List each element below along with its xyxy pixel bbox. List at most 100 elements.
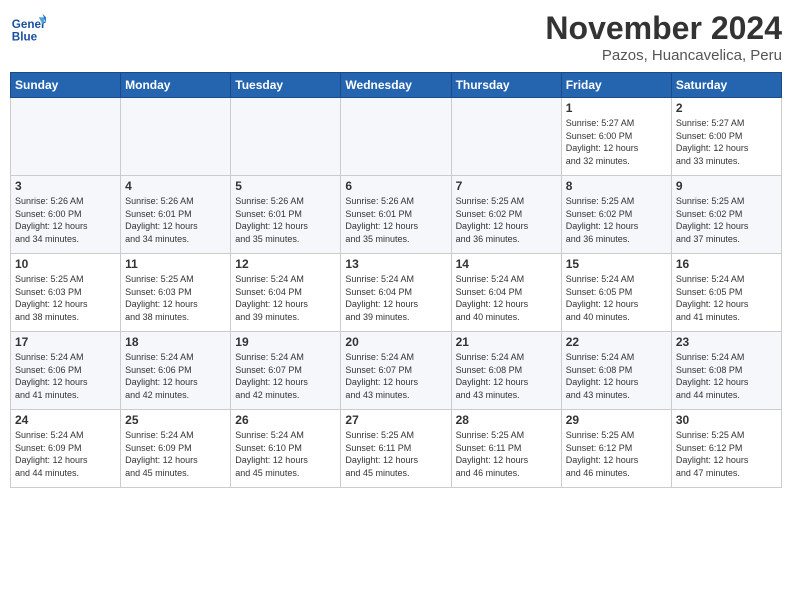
day-info: Sunrise: 5:26 AM Sunset: 6:00 PM Dayligh… — [15, 195, 116, 245]
day-number: 18 — [125, 335, 226, 349]
calendar-cell: 14Sunrise: 5:24 AM Sunset: 6:04 PM Dayli… — [451, 254, 561, 332]
calendar-cell: 16Sunrise: 5:24 AM Sunset: 6:05 PM Dayli… — [671, 254, 781, 332]
day-number: 30 — [676, 413, 777, 427]
header-monday: Monday — [121, 73, 231, 98]
day-number: 12 — [235, 257, 336, 271]
day-info: Sunrise: 5:27 AM Sunset: 6:00 PM Dayligh… — [566, 117, 667, 167]
day-number: 24 — [15, 413, 116, 427]
header-sunday: Sunday — [11, 73, 121, 98]
day-info: Sunrise: 5:25 AM Sunset: 6:12 PM Dayligh… — [676, 429, 777, 479]
calendar-cell — [11, 98, 121, 176]
day-info: Sunrise: 5:25 AM Sunset: 6:02 PM Dayligh… — [676, 195, 777, 245]
calendar-cell: 17 Sunrise: 5:24 AM Sunset: 6:06 PM Dayli… — [11, 332, 121, 410]
day-info: Sunrise: 5:25 AM Sunset: 6:02 PM Dayligh… — [456, 195, 557, 245]
day-info: Sunrise: 5:24 AM Sunset: 6:06 PM Dayligh… — [15, 351, 116, 401]
calendar-cell: 10 Sunrise: 5:25 AM Sunset: 6:03 PM Dayli… — [11, 254, 121, 332]
calendar-cell: 26 Sunrise: 5:24 AM Sunset: 6:10 PM Dayli… — [231, 410, 341, 488]
calendar-cell: 11 Sunrise: 5:25 AM Sunset: 6:03 PM Dayli… — [121, 254, 231, 332]
calendar-cell: 15 Sunrise: 5:24 AM Sunset: 6:05 PM Dayli… — [561, 254, 671, 332]
calendar-cell: 23 Sunrise: 5:24 AM Sunset: 6:08 PM Dayli… — [671, 332, 781, 410]
day-number: 11 — [125, 257, 226, 271]
day-info: Sunrise: 5:24 AM Sunset: 6:09 PM Dayligh… — [15, 429, 116, 479]
day-number: 28 — [456, 413, 557, 427]
header-row: SundayMondayTuesdayWednesdayThursdayFrid… — [11, 73, 782, 98]
day-info: Sunrise: 5:24 AM Sunset: 6:05 PM Dayligh… — [566, 273, 667, 323]
day-number: 5 — [235, 179, 336, 193]
day-number: 13 — [345, 257, 446, 271]
day-info: Sunrise: 5:26 AM Sunset: 6:01 PM Dayligh… — [345, 195, 446, 245]
day-info: Sunrise: 5:24 AM Sunset: 6:10 PM Dayligh… — [235, 429, 336, 479]
calendar-cell: 13 Sunrise: 5:24 AM Sunset: 6:04 PM Dayli… — [341, 254, 451, 332]
day-info: Sunrise: 5:24 AM Sunset: 6:08 PM Dayligh… — [566, 351, 667, 401]
calendar-cell — [121, 98, 231, 176]
header-saturday: Saturday — [671, 73, 781, 98]
calendar-cell: 30 Sunrise: 5:25 AM Sunset: 6:12 PM Dayli… — [671, 410, 781, 488]
week-row-4: 17 Sunrise: 5:24 AM Sunset: 6:06 PM Dayli… — [11, 332, 782, 410]
day-number: 23 — [676, 335, 777, 349]
day-number: 9 — [676, 179, 777, 193]
day-number: 8 — [566, 179, 667, 193]
day-info: Sunrise: 5:25 AM Sunset: 6:02 PM Dayligh… — [566, 195, 667, 245]
calendar-cell: 18Sunrise: 5:24 AM Sunset: 6:06 PM Dayli… — [121, 332, 231, 410]
header-thursday: Thursday — [451, 73, 561, 98]
week-row-1: 1 Sunrise: 5:27 AM Sunset: 6:00 PM Daylig… — [11, 98, 782, 176]
calendar-cell: 28 Sunrise: 5:25 AM Sunset: 6:11 PM Dayli… — [451, 410, 561, 488]
calendar-cell: 8 Sunrise: 5:25 AM Sunset: 6:02 PM Daylig… — [561, 176, 671, 254]
day-number: 3 — [15, 179, 116, 193]
day-number: 17 — [15, 335, 116, 349]
calendar-cell: 12Sunrise: 5:24 AM Sunset: 6:04 PM Dayli… — [231, 254, 341, 332]
calendar-cell: 5 Sunrise: 5:26 AM Sunset: 6:01 PM Daylig… — [231, 176, 341, 254]
calendar-cell: 2 Sunrise: 5:27 AM Sunset: 6:00 PM Daylig… — [671, 98, 781, 176]
day-info: Sunrise: 5:25 AM Sunset: 6:12 PM Dayligh… — [566, 429, 667, 479]
day-number: 10 — [15, 257, 116, 271]
day-number: 7 — [456, 179, 557, 193]
day-info: Sunrise: 5:24 AM Sunset: 6:07 PM Dayligh… — [235, 351, 336, 401]
calendar-cell — [231, 98, 341, 176]
day-number: 4 — [125, 179, 226, 193]
calendar-page: General Blue November 2024 Pazos, Huanca… — [0, 0, 792, 612]
calendar-cell: 25Sunrise: 5:24 AM Sunset: 6:09 PM Dayli… — [121, 410, 231, 488]
day-info: Sunrise: 5:24 AM Sunset: 6:04 PM Dayligh… — [456, 273, 557, 323]
week-row-5: 24 Sunrise: 5:24 AM Sunset: 6:09 PM Dayli… — [11, 410, 782, 488]
calendar-cell: 19 Sunrise: 5:24 AM Sunset: 6:07 PM Dayli… — [231, 332, 341, 410]
logo: General Blue — [10, 10, 46, 46]
logo-icon: General Blue — [10, 10, 46, 46]
svg-text:Blue: Blue — [12, 31, 38, 44]
header: General Blue November 2024 Pazos, Huanca… — [10, 10, 782, 64]
day-info: Sunrise: 5:25 AM Sunset: 6:03 PM Dayligh… — [125, 273, 226, 323]
calendar-cell — [341, 98, 451, 176]
day-info: Sunrise: 5:25 AM Sunset: 6:11 PM Dayligh… — [345, 429, 446, 479]
calendar-cell: 6Sunrise: 5:26 AM Sunset: 6:01 PM Daylig… — [341, 176, 451, 254]
calendar-cell: 7 Sunrise: 5:25 AM Sunset: 6:02 PM Daylig… — [451, 176, 561, 254]
calendar-cell: 24 Sunrise: 5:24 AM Sunset: 6:09 PM Dayli… — [11, 410, 121, 488]
day-number: 15 — [566, 257, 667, 271]
calendar-cell — [451, 98, 561, 176]
day-info: Sunrise: 5:26 AM Sunset: 6:01 PM Dayligh… — [235, 195, 336, 245]
day-info: Sunrise: 5:24 AM Sunset: 6:05 PM Dayligh… — [676, 273, 777, 323]
week-row-3: 10 Sunrise: 5:25 AM Sunset: 6:03 PM Dayli… — [11, 254, 782, 332]
day-number: 1 — [566, 101, 667, 115]
day-number: 22 — [566, 335, 667, 349]
calendar-cell: 1 Sunrise: 5:27 AM Sunset: 6:00 PM Daylig… — [561, 98, 671, 176]
day-info: Sunrise: 5:24 AM Sunset: 6:04 PM Dayligh… — [345, 273, 446, 323]
header-tuesday: Tuesday — [231, 73, 341, 98]
day-info: Sunrise: 5:24 AM Sunset: 6:08 PM Dayligh… — [676, 351, 777, 401]
day-number: 26 — [235, 413, 336, 427]
day-info: Sunrise: 5:27 AM Sunset: 6:00 PM Dayligh… — [676, 117, 777, 167]
day-number: 19 — [235, 335, 336, 349]
day-info: Sunrise: 5:24 AM Sunset: 6:08 PM Dayligh… — [456, 351, 557, 401]
calendar-cell: 29Sunrise: 5:25 AM Sunset: 6:12 PM Dayli… — [561, 410, 671, 488]
calendar-cell: 9 Sunrise: 5:25 AM Sunset: 6:02 PM Daylig… — [671, 176, 781, 254]
day-number: 2 — [676, 101, 777, 115]
day-info: Sunrise: 5:24 AM Sunset: 6:09 PM Dayligh… — [125, 429, 226, 479]
day-number: 27 — [345, 413, 446, 427]
week-row-2: 3 Sunrise: 5:26 AM Sunset: 6:00 PM Daylig… — [11, 176, 782, 254]
day-number: 20 — [345, 335, 446, 349]
header-wednesday: Wednesday — [341, 73, 451, 98]
day-info: Sunrise: 5:25 AM Sunset: 6:03 PM Dayligh… — [15, 273, 116, 323]
day-info: Sunrise: 5:25 AM Sunset: 6:11 PM Dayligh… — [456, 429, 557, 479]
calendar-cell: 22 Sunrise: 5:24 AM Sunset: 6:08 PM Dayli… — [561, 332, 671, 410]
calendar-table: SundayMondayTuesdayWednesdayThursdayFrid… — [10, 72, 782, 488]
subtitle: Pazos, Huancavelica, Peru — [545, 47, 782, 64]
day-info: Sunrise: 5:24 AM Sunset: 6:07 PM Dayligh… — [345, 351, 446, 401]
